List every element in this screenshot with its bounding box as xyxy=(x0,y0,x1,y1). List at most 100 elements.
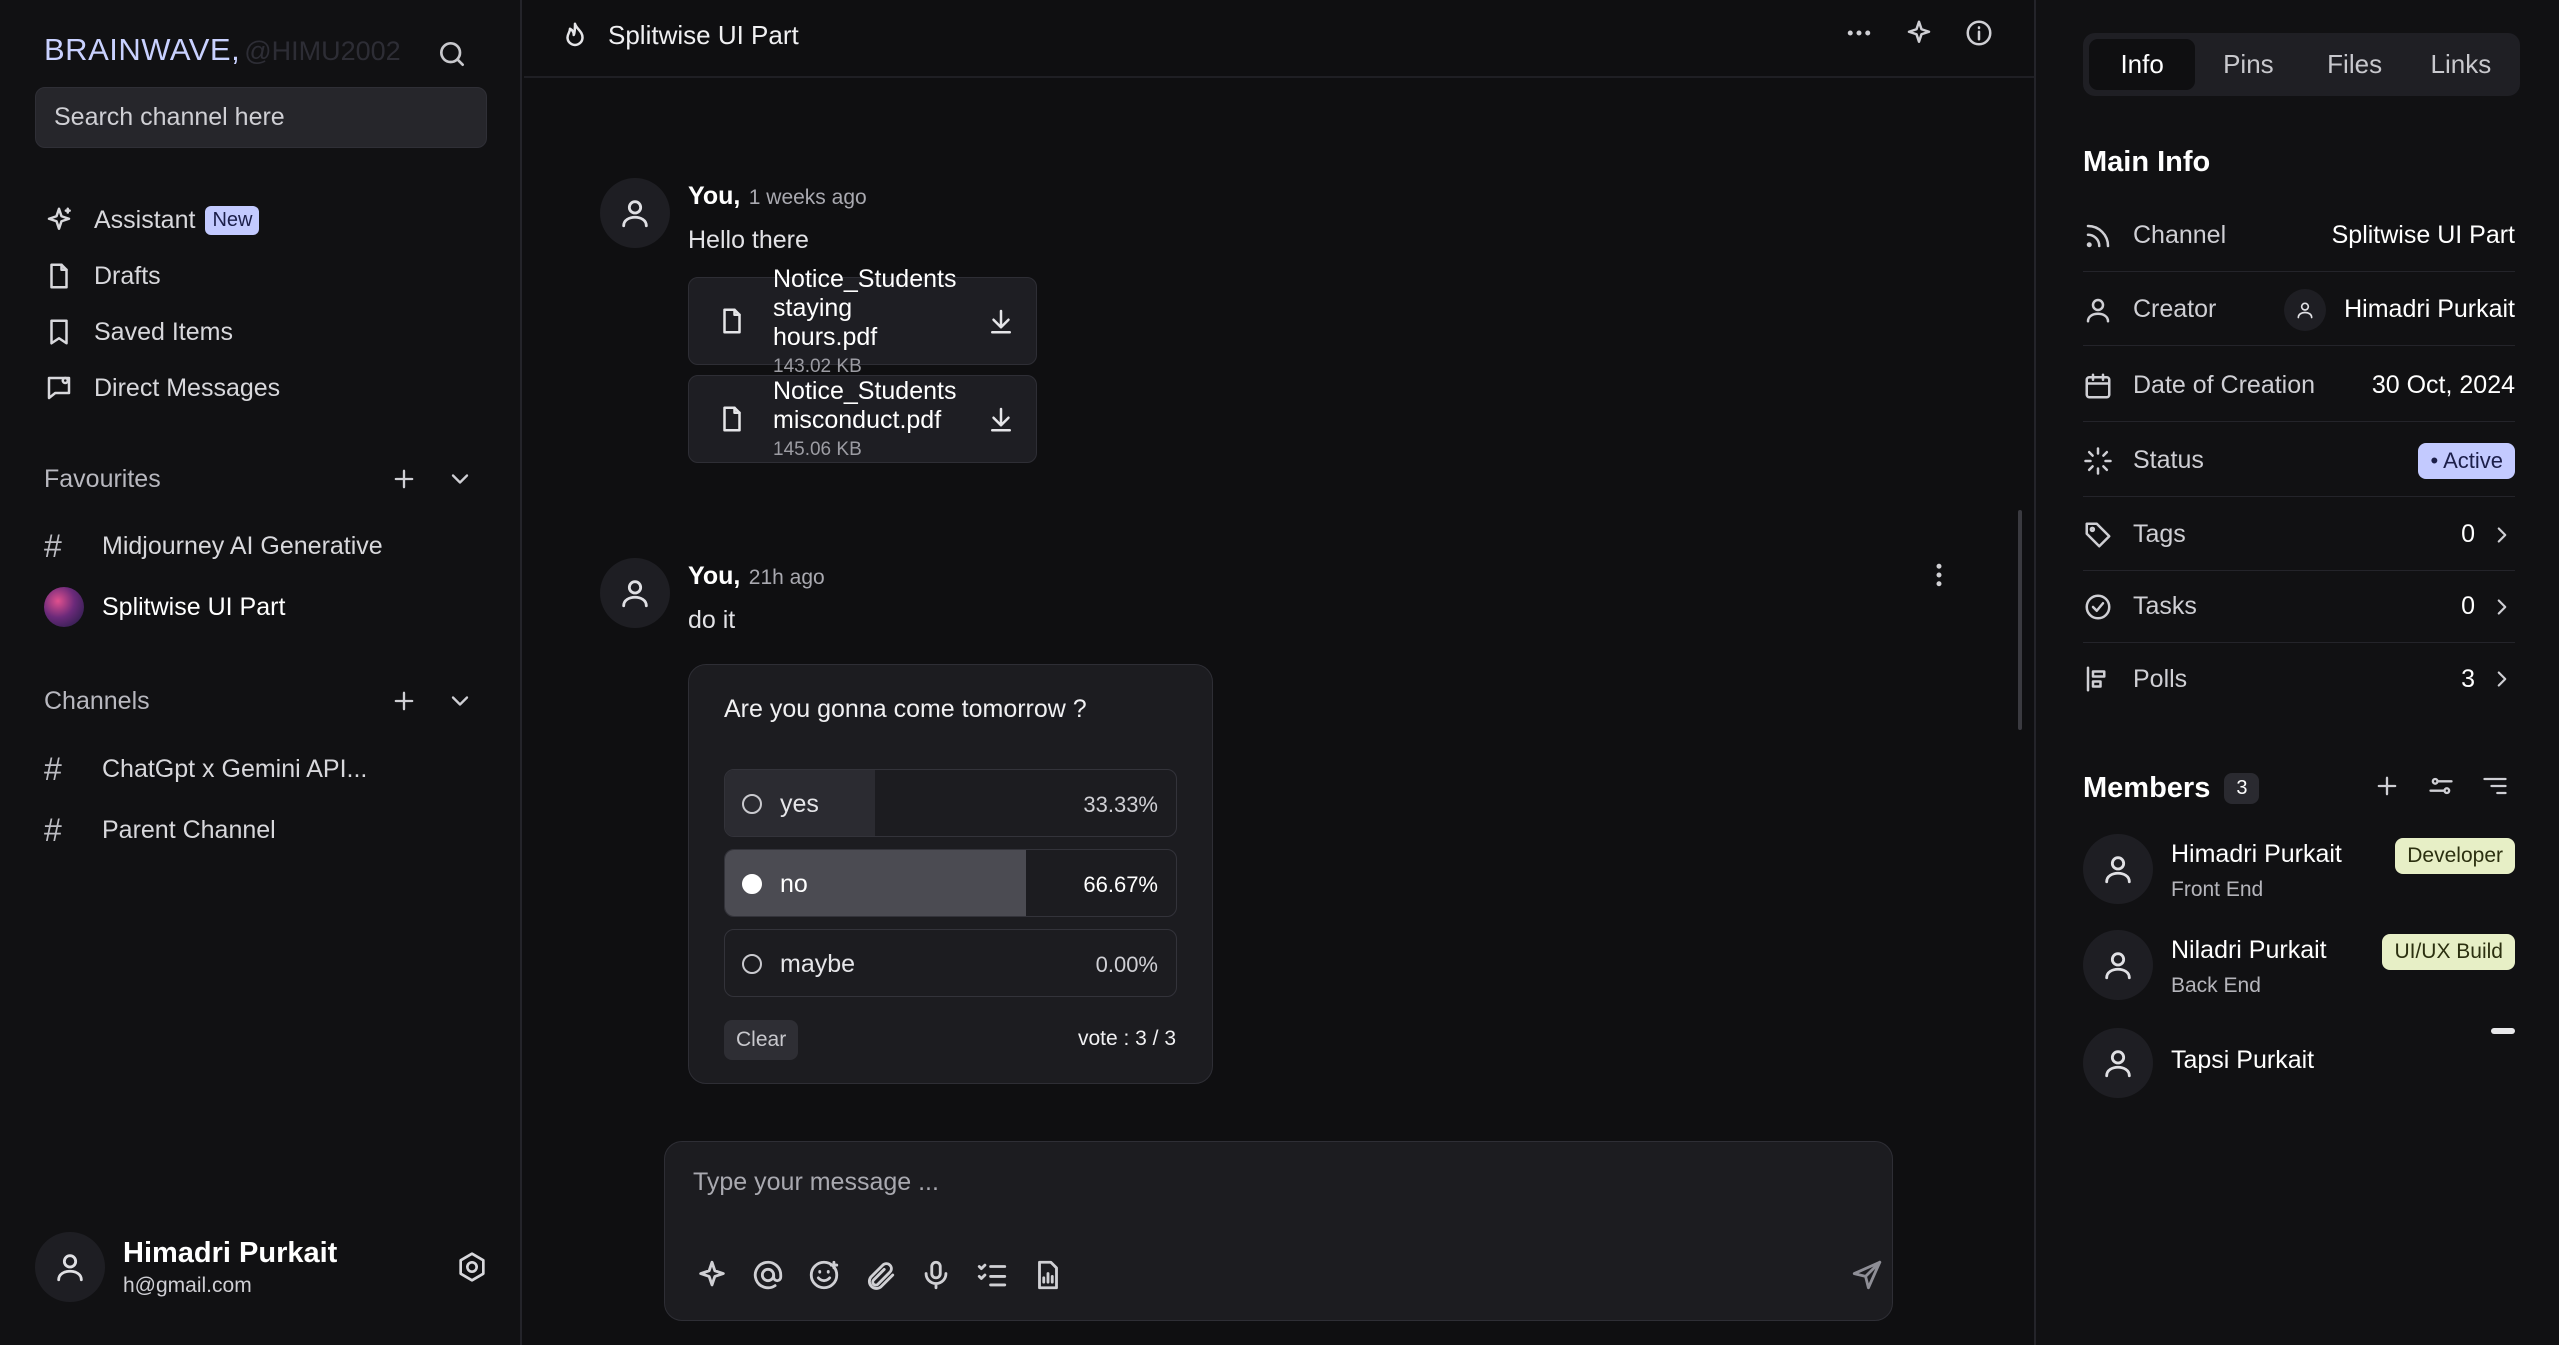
channels-label: Channels xyxy=(44,686,150,715)
user-icon xyxy=(622,200,648,228)
info-row-tasks[interactable]: Tasks 0 xyxy=(2083,571,2515,643)
check-circle-icon xyxy=(2083,592,2113,622)
poll-option-no[interactable]: no 66.67% xyxy=(724,849,1177,917)
hash-icon: # xyxy=(44,527,62,564)
poll-bars-icon xyxy=(2083,664,2113,694)
task-list-icon[interactable] xyxy=(975,1258,1009,1292)
poll-option-percent: 66.67% xyxy=(1083,872,1158,897)
attachment-icon[interactable] xyxy=(863,1258,897,1292)
members-header: Members 3 xyxy=(2083,772,2260,805)
channel-label: Midjourney AI Generative xyxy=(102,531,383,560)
tag-icon xyxy=(2083,520,2113,550)
favourite-item-splitwise[interactable]: Splitwise UI Part xyxy=(44,585,285,629)
file-name: Notice_Students misconduct.pdf xyxy=(773,377,957,434)
poll-option-percent: 33.33% xyxy=(1083,792,1158,817)
download-icon[interactable] xyxy=(986,404,1016,434)
info-row-tags[interactable]: Tags 0 xyxy=(2083,499,2515,571)
tab-links[interactable]: Links xyxy=(2408,39,2514,90)
member-avatar xyxy=(2083,930,2153,1000)
member-tag: Developer xyxy=(2395,838,2515,874)
poll-clear-button[interactable]: Clear xyxy=(724,1020,799,1060)
mention-icon[interactable] xyxy=(751,1258,785,1292)
chevron-right-icon xyxy=(2489,594,2515,620)
nav-item-drafts[interactable]: Drafts xyxy=(44,256,161,296)
channel-item-chatgpt[interactable]: # ChatGpt x Gemini API... xyxy=(44,747,367,791)
poll-report-icon[interactable] xyxy=(1031,1258,1065,1292)
chat-scrollbar[interactable] xyxy=(2018,510,2022,730)
nav-item-saved-items[interactable]: Saved Items xyxy=(44,312,233,352)
hash-icon: # xyxy=(44,750,62,787)
info-row-polls[interactable]: Polls 3 xyxy=(2083,643,2515,715)
nav-item-direct-messages[interactable]: Direct Messages xyxy=(44,368,280,408)
search-channel-input[interactable] xyxy=(35,87,487,148)
send-icon[interactable] xyxy=(1850,1258,1884,1292)
message-input[interactable] xyxy=(693,1162,1793,1202)
add-member-plus-icon[interactable] xyxy=(2373,772,2401,800)
file-size: 145.06 KB xyxy=(773,439,862,460)
message-author: You, xyxy=(688,562,741,590)
user-icon xyxy=(2105,856,2131,884)
tab-files[interactable]: Files xyxy=(2302,39,2408,90)
member-item[interactable]: Niladri Purkait Back End UI/UX Build xyxy=(2083,930,2515,1002)
member-name: Niladri Purkait xyxy=(2171,936,2327,964)
info-row-date: Date of Creation 30 Oct, 2024 xyxy=(2083,350,2515,422)
tab-pins[interactable]: Pins xyxy=(2195,39,2301,90)
file-attachment[interactable]: Notice_Students staying hours.pdf 143.02… xyxy=(688,265,1038,377)
chat-main: Splitwise UI Part You, 1 weeks ago Hello… xyxy=(524,0,2034,1345)
member-item[interactable]: Tapsi Purkait xyxy=(2083,1028,2515,1100)
add-channel-plus-icon[interactable] xyxy=(390,687,418,715)
member-role: Back End xyxy=(2171,974,2261,997)
nav-item-assistant[interactable]: Assistant New xyxy=(44,200,260,240)
more-horizontal-icon[interactable] xyxy=(1844,18,1874,48)
members-title: Members xyxy=(2083,772,2211,804)
member-item[interactable]: Himadri Purkait Front End Developer xyxy=(2083,834,2515,906)
search-icon[interactable] xyxy=(436,38,468,70)
tab-info[interactable]: Info xyxy=(2089,39,2196,90)
info-label: Tags xyxy=(2133,520,2186,548)
sparkle-icon[interactable] xyxy=(1904,18,1934,48)
add-favourite-plus-icon[interactable] xyxy=(390,465,418,493)
poll-option-maybe[interactable]: maybe 0.00% xyxy=(724,929,1177,997)
info-value: 3 xyxy=(2461,664,2475,693)
main-info-title: Main Info xyxy=(2083,146,2211,178)
nav-label: Drafts xyxy=(94,261,161,290)
chevron-down-icon[interactable] xyxy=(446,687,474,715)
more-vertical-icon[interactable] xyxy=(1924,560,1954,590)
emoji-icon[interactable] xyxy=(807,1258,841,1292)
chevron-right-icon xyxy=(2489,666,2515,692)
favourites-header: Favourites xyxy=(44,459,474,499)
message-icon xyxy=(44,373,74,403)
file-attachment[interactable]: Notice_Students misconduct.pdf 145.06 KB xyxy=(688,375,1038,463)
poll-option-yes[interactable]: yes 33.33% xyxy=(724,769,1177,837)
chevron-down-icon[interactable] xyxy=(446,465,474,493)
microphone-icon[interactable] xyxy=(919,1258,953,1292)
sort-icon[interactable] xyxy=(2481,772,2509,800)
loader-icon xyxy=(2083,446,2113,476)
channel-info-panel: Info Pins Files Links Main Info Channel … xyxy=(2034,0,2559,1345)
nav-label: Direct Messages xyxy=(94,373,281,402)
channel-item-parent[interactable]: # Parent Channel xyxy=(44,808,276,852)
channel-avatar xyxy=(44,587,84,627)
settings-gear-icon[interactable] xyxy=(456,1251,488,1283)
file-icon xyxy=(717,306,747,336)
user-icon xyxy=(57,1254,83,1282)
sidebar: BRAINWAVE, @HIMU2002 Assistant New Draft… xyxy=(0,0,522,1345)
file-icon xyxy=(44,261,74,291)
hash-icon: # xyxy=(44,811,62,848)
new-badge: New xyxy=(205,205,260,235)
message-text: do it xyxy=(688,606,736,634)
poll-option-percent: 0.00% xyxy=(1095,952,1158,977)
message-text: Hello there xyxy=(688,226,809,254)
info-icon[interactable] xyxy=(1964,18,1994,48)
message-time: 1 weeks ago xyxy=(748,186,867,209)
sparkle-icon[interactable] xyxy=(695,1258,729,1292)
info-row-status: Status • Active xyxy=(2083,425,2515,497)
member-tag: UI/UX Build xyxy=(2382,934,2515,970)
download-icon[interactable] xyxy=(986,306,1016,336)
chevron-right-icon xyxy=(2489,522,2515,548)
current-user[interactable]: Himadri Purkait h@gmail.com xyxy=(35,1232,337,1302)
member-avatar xyxy=(2083,1028,2153,1098)
radio-icon xyxy=(742,954,762,974)
filter-icon[interactable] xyxy=(2427,772,2455,800)
favourite-item-midjourney[interactable]: # Midjourney AI Generative xyxy=(44,524,383,568)
